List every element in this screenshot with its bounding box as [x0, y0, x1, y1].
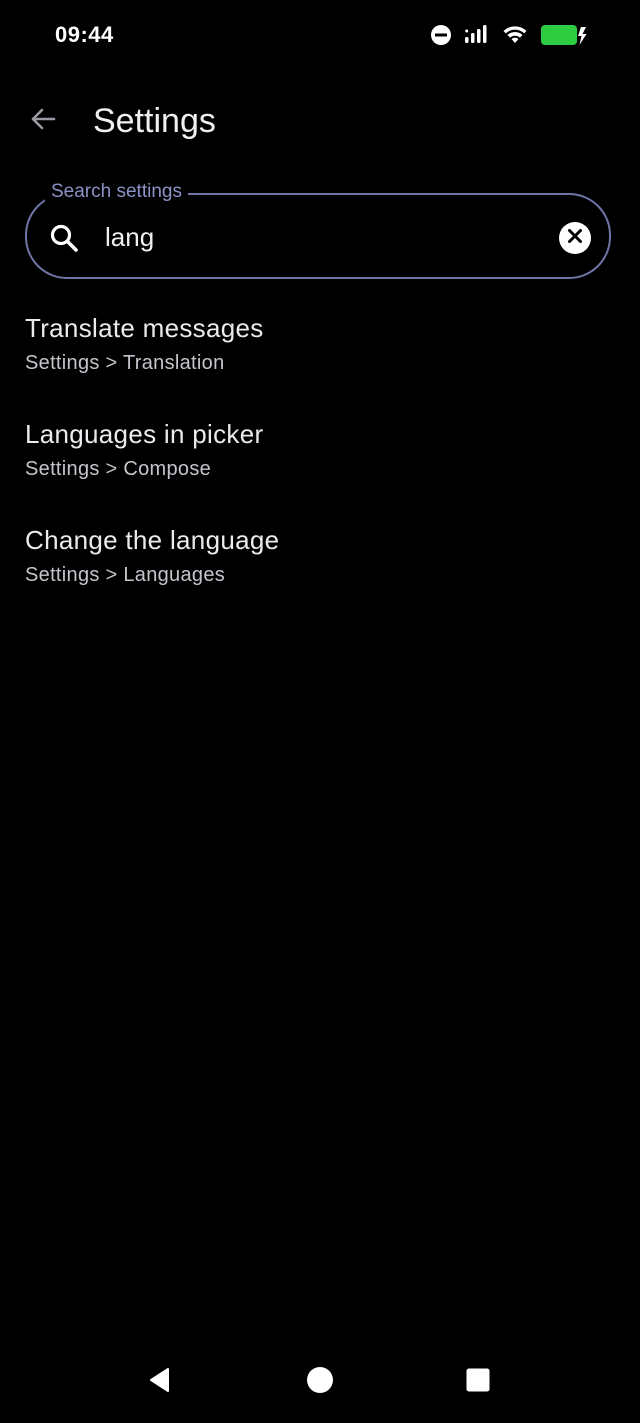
back-triangle-icon [146, 1366, 174, 1399]
result-title: Languages in picker [25, 419, 264, 449]
page-title: Settings [93, 102, 216, 140]
status-icons [430, 24, 588, 46]
close-icon [567, 228, 583, 249]
do-not-disturb-icon [430, 24, 452, 46]
nav-back-button[interactable] [135, 1357, 185, 1407]
clear-search-button[interactable] [559, 222, 591, 254]
search-input[interactable] [105, 217, 525, 257]
search-results-list: Translate messages Settings > Translatio… [0, 305, 640, 623]
search-icon [49, 223, 79, 253]
nav-recents-button[interactable] [453, 1357, 503, 1407]
status-bar: 09:44 [0, 0, 640, 72]
wifi-icon [502, 24, 528, 46]
screen: 09:44 Settings Search settings lang Tran… [0, 0, 640, 1423]
result-title: Change the language [25, 525, 280, 555]
search-result-item[interactable]: Translate messages Settings > Translatio… [0, 305, 640, 411]
search-label: Search settings [45, 180, 188, 204]
battery-charging-icon [540, 24, 588, 46]
arrow-left-icon [28, 104, 58, 139]
result-title: Translate messages [25, 313, 264, 343]
nav-home-button[interactable] [295, 1357, 345, 1407]
result-path: Settings > Translation [25, 352, 225, 374]
system-navigation-bar [0, 1345, 640, 1423]
result-path: Settings > Languages [25, 564, 226, 586]
home-circle-icon [306, 1366, 334, 1399]
search-field[interactable]: Search settings [25, 180, 611, 279]
back-button[interactable] [22, 100, 64, 142]
result-path: Settings > Compose [25, 458, 212, 480]
recents-square-icon [465, 1367, 491, 1398]
search-result-item[interactable]: Change the language Settings > Languages [0, 517, 640, 623]
signal-icon [464, 24, 490, 46]
search-result-item[interactable]: Languages in picker Settings > Compose [0, 411, 640, 517]
status-time: 09:44 [55, 22, 114, 47]
app-bar: Settings [0, 92, 640, 154]
